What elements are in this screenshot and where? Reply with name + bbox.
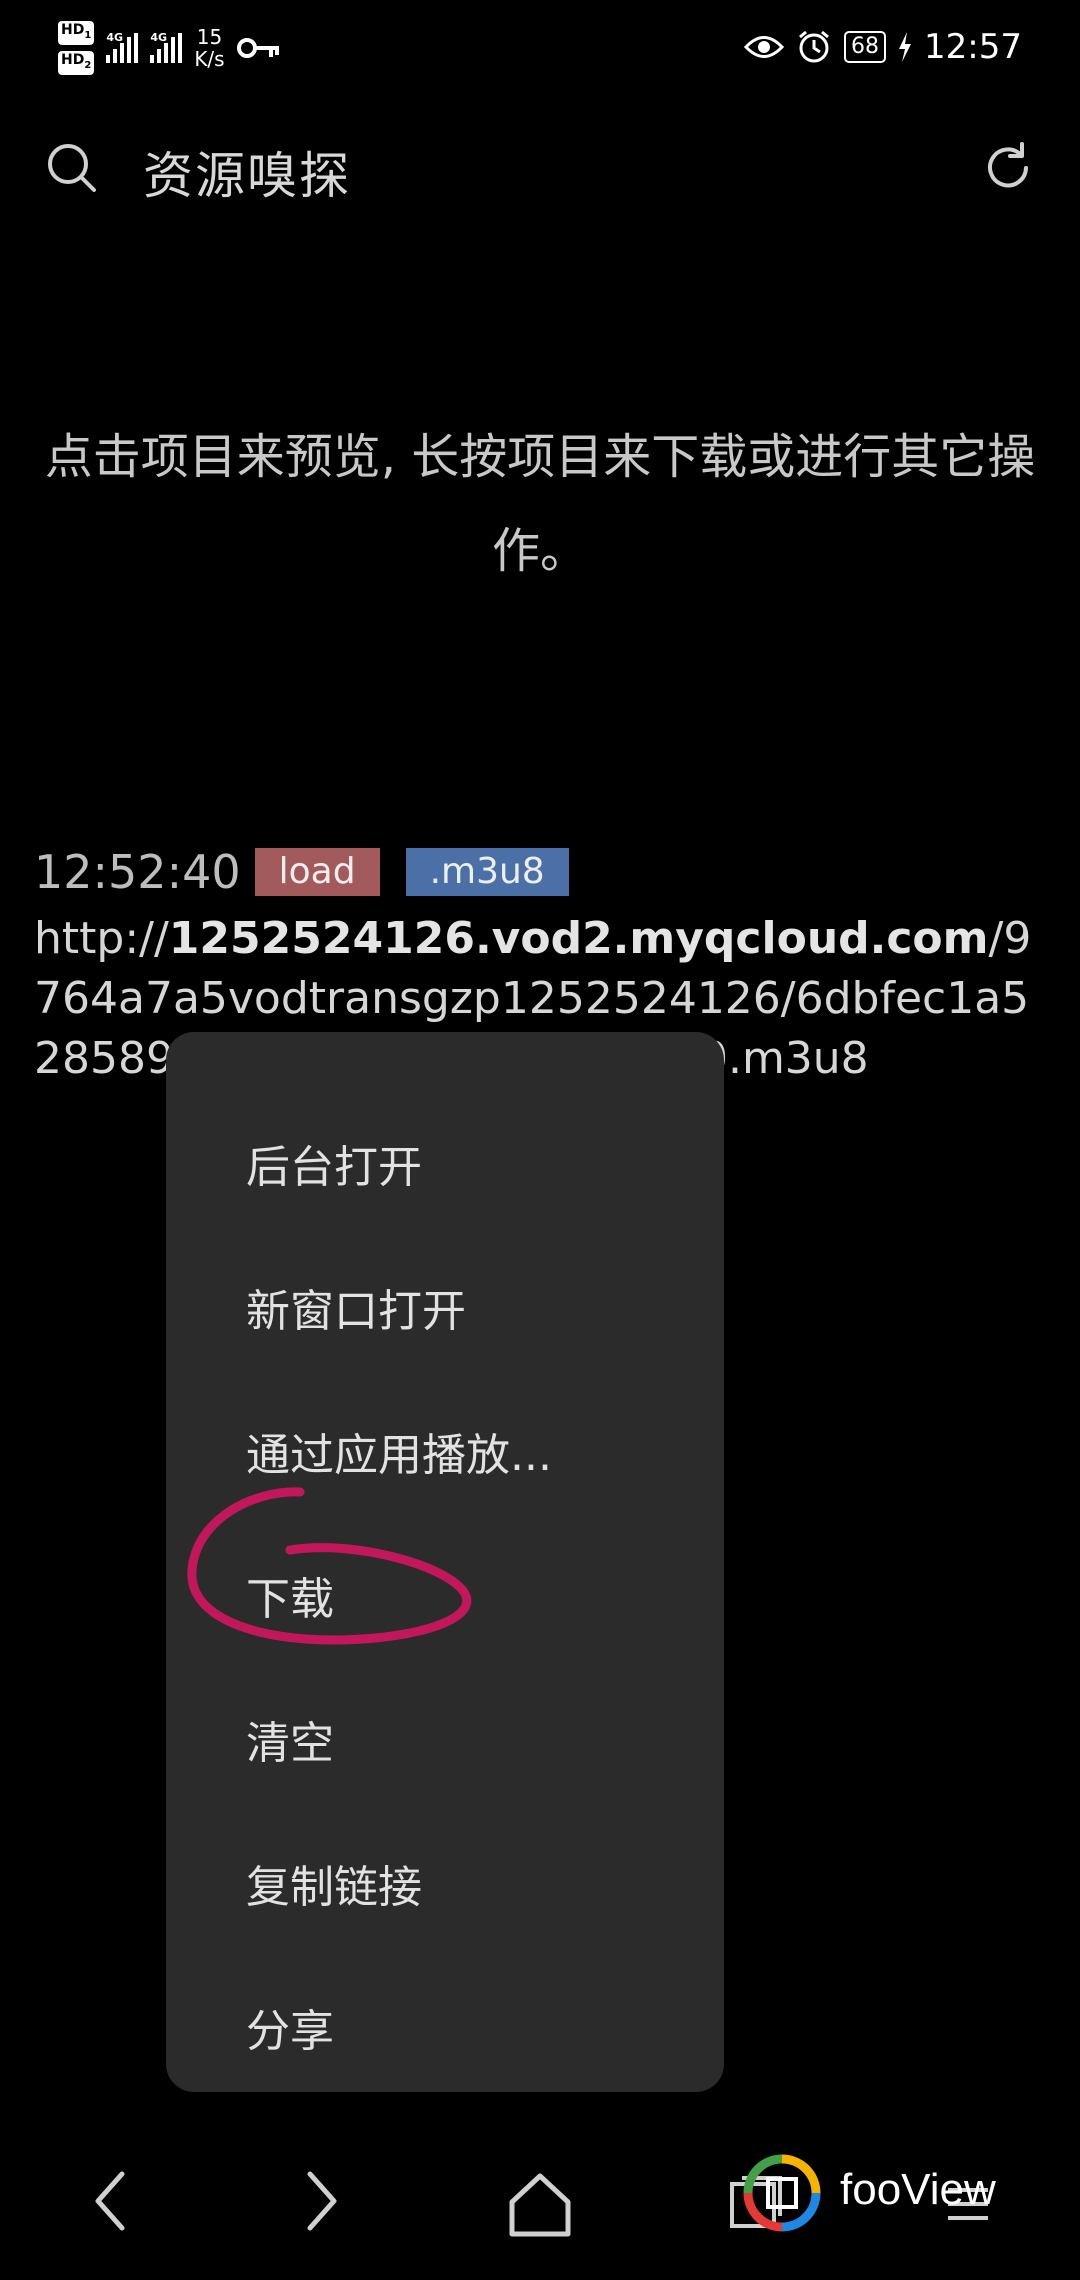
url-host: 1252524126.vod2.myqcloud.com: [168, 913, 989, 964]
battery-indicator: 68: [844, 31, 887, 63]
app-bar: 资源嗅探: [0, 110, 1080, 230]
hd-1-badge: HD1: [58, 21, 95, 45]
hd-2-badge: HD2: [58, 51, 95, 75]
menu-item-open-background[interactable]: 后台打开: [246, 1128, 666, 1208]
network-2-label: 4G: [150, 31, 167, 44]
hd-1-label: HD: [61, 22, 85, 39]
network-speed-value: 15: [196, 25, 223, 49]
hd-2-label: HD: [61, 52, 85, 68]
eye-comfort-icon: [744, 36, 785, 58]
search-icon[interactable]: [44, 140, 100, 196]
status-bar: HD1 HD2 4G 4G 15 K/s 68 12:57: [0, 0, 1080, 92]
watermark-text: fooView: [840, 2165, 996, 2214]
status-bar-right: 68 12:57: [744, 22, 1022, 72]
fooview-logo-icon: [743, 2154, 821, 2232]
network-speed-unit: K/s: [194, 47, 225, 71]
refresh-icon[interactable]: [978, 138, 1038, 198]
hd-1-index: 1: [84, 30, 92, 41]
menu-item-share[interactable]: 分享: [246, 1992, 666, 2072]
menu-item-clear[interactable]: 清空: [246, 1704, 666, 1784]
signal-2-icon: 4G: [150, 31, 183, 63]
status-clock: 12:57: [924, 27, 1022, 67]
annotation-circle: [187, 1487, 472, 1645]
hd-2-index: 2: [84, 59, 92, 71]
vpn-key-icon: [236, 38, 279, 58]
status-bar-left: HD1 HD2 4G 4G 15 K/s: [58, 18, 281, 78]
resource-time: 12:52:40: [34, 845, 241, 899]
home-icon[interactable]: [508, 2172, 572, 2238]
hd-indicators: HD1 HD2: [58, 21, 95, 75]
back-icon[interactable]: [90, 2168, 130, 2234]
forward-icon[interactable]: [302, 2168, 342, 2234]
network-speed: 15 K/s: [194, 26, 224, 70]
menu-item-open-new-window[interactable]: 新窗口打开: [246, 1272, 666, 1352]
menu-item-copy-link[interactable]: 复制链接: [246, 1848, 666, 1928]
resource-item-header: 12:52:40 load .m3u8: [34, 845, 1054, 899]
resource-type-badge: load: [254, 848, 380, 896]
alarm-icon: [799, 30, 829, 63]
network-1-label: 4G: [106, 31, 123, 44]
page-title: 资源嗅探: [143, 147, 351, 205]
url-prefix: http://: [34, 913, 169, 964]
fooview-watermark: fooView: [740, 2145, 1040, 2245]
instruction-text: 点击项目来预览, 长按项目来下载或进行其它操作。: [44, 429, 1036, 579]
charging-icon: [899, 32, 912, 62]
resource-ext-badge: .m3u8: [405, 848, 569, 896]
signal-1-icon: 4G: [106, 31, 139, 63]
